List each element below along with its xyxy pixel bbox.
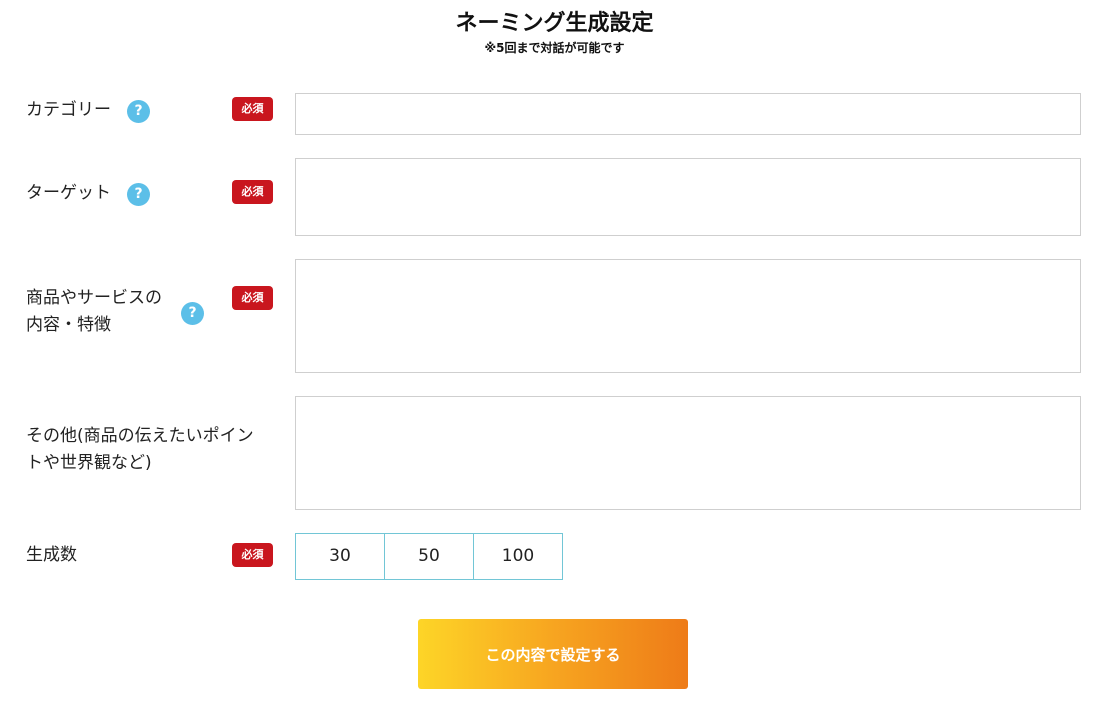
submit-button[interactable]: この内容で設定する — [418, 619, 688, 689]
other-label-line2: トや世界観など) — [26, 453, 152, 473]
category-required-badge: 必須 — [232, 97, 273, 121]
generation-count-required-badge: 必須 — [232, 543, 273, 567]
category-help-icon[interactable]: ? — [127, 100, 150, 123]
page-subtitle: ※5回まで対話が可能です — [484, 41, 625, 55]
generation-count-options: 30 50 100 — [295, 533, 563, 580]
target-textarea[interactable] — [295, 158, 1081, 236]
product-features-textarea[interactable] — [295, 259, 1081, 373]
count-option-100[interactable]: 100 — [474, 534, 562, 579]
page-header: ネーミング生成設定 ※5回まで対話が可能です — [0, 10, 1109, 56]
category-label: カテゴリー — [26, 100, 111, 120]
target-label: ターゲット — [26, 183, 111, 203]
other-label-line1: その他(商品の伝えたいポイン — [26, 426, 254, 446]
count-option-30[interactable]: 30 — [296, 534, 385, 579]
product-features-help-icon[interactable]: ? — [181, 302, 204, 325]
target-help-icon[interactable]: ? — [127, 183, 150, 206]
product-features-label-line1: 商品やサービスの — [26, 288, 162, 308]
page-title: ネーミング生成設定 — [455, 11, 654, 36]
product-features-label-line2: 内容・特徴 — [26, 315, 111, 335]
count-option-50[interactable]: 50 — [385, 534, 474, 579]
target-required-badge: 必須 — [232, 180, 273, 204]
other-textarea[interactable] — [295, 396, 1081, 510]
product-features-required-badge: 必須 — [232, 286, 273, 310]
generation-count-label: 生成数 — [26, 545, 77, 565]
category-input[interactable] — [295, 93, 1081, 135]
